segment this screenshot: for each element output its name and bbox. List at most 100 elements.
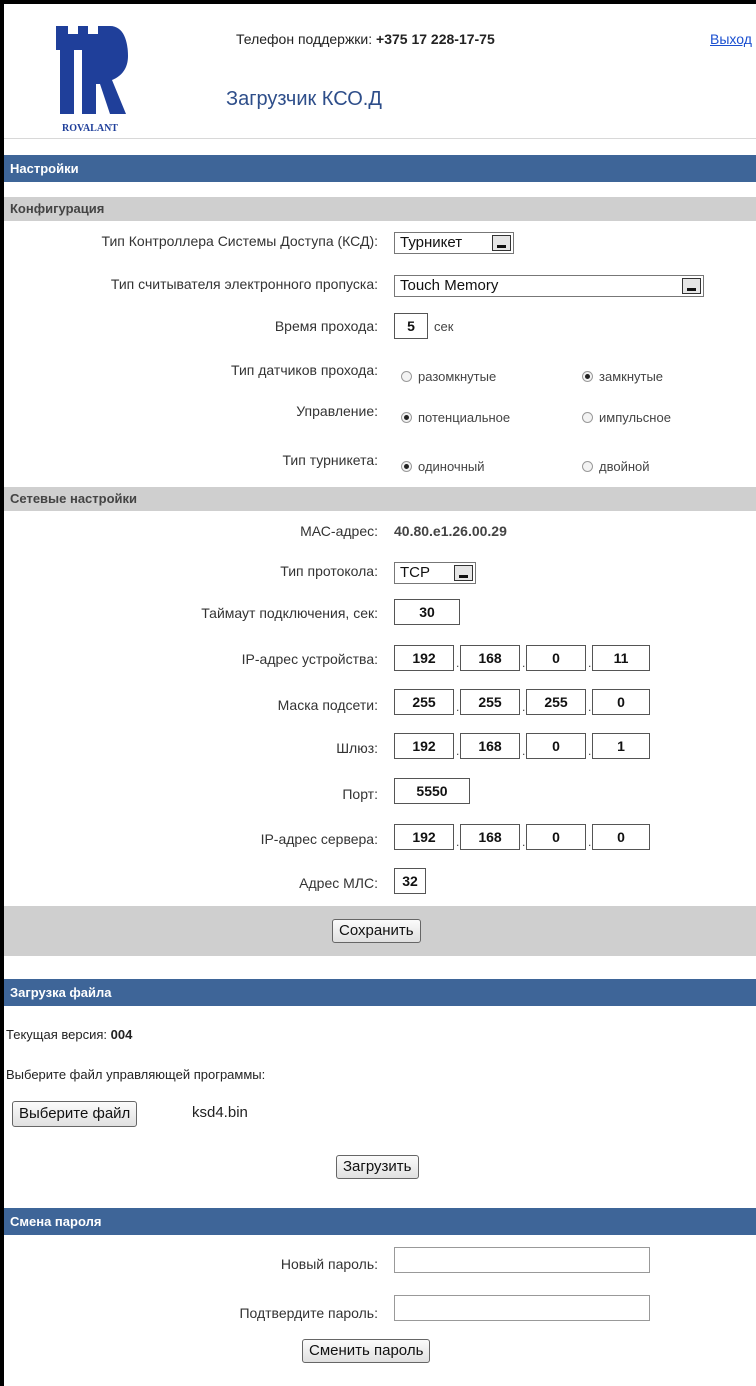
page-title: Загрузчик КСО.Д — [226, 88, 382, 110]
timeout-label: Таймаут подключения, сек: — [201, 605, 378, 621]
pass-time-unit: сек — [434, 319, 454, 334]
current-version-value: 004 — [110, 1027, 133, 1042]
mls-input[interactable]: 32 — [394, 868, 426, 894]
control-label: Управление: — [296, 403, 378, 419]
header: ROVALANT Телефон поддержки: +375 17 228-… — [4, 4, 756, 139]
protocol-label: Тип протокола: — [280, 563, 378, 579]
server-ip-octet-1[interactable]: 192 — [394, 824, 454, 850]
subsection-network-header: Сетевые настройки — [4, 487, 756, 511]
ip-dot: . — [588, 835, 592, 849]
gateway-label: Шлюз: — [336, 740, 378, 756]
port-input[interactable]: 5550 — [394, 778, 470, 804]
radio-selected-icon — [401, 461, 412, 472]
pass-time-label: Время прохода: — [274, 318, 378, 334]
mls-label: Адрес МЛС: — [299, 875, 378, 891]
logo-text: ROVALANT — [62, 123, 118, 134]
dropdown-arrow-icon — [682, 278, 701, 294]
protocol-select[interactable]: TCP — [394, 562, 476, 584]
choose-file-button[interactable]: Выберите файл — [12, 1101, 138, 1127]
radio-sensor-open[interactable]: разомкнутые — [401, 369, 496, 384]
ip-dot: . — [588, 656, 592, 670]
device-ip-octet-3[interactable]: 0 — [526, 645, 586, 671]
confirm-password-input[interactable] — [394, 1295, 650, 1321]
controller-type-select[interactable]: Турникет — [394, 232, 514, 254]
ip-dot: . — [588, 700, 592, 714]
support-number: +375 17 228-17-75 — [376, 31, 495, 47]
ip-dot: . — [456, 700, 460, 714]
confirm-password-label: Подтвердите пароль: — [239, 1305, 378, 1321]
ip-dot: . — [456, 744, 460, 758]
port-label: Порт: — [342, 786, 378, 802]
new-password-input[interactable] — [394, 1247, 650, 1273]
mask-octet-3[interactable]: 255 — [526, 689, 586, 715]
pass-time-input[interactable]: 5 — [394, 313, 428, 339]
gateway-octet-2[interactable]: 168 — [460, 733, 520, 759]
change-password-button[interactable]: Сменить пароль — [302, 1339, 431, 1363]
upload-button[interactable]: Загрузить — [336, 1155, 419, 1179]
ip-dot: . — [522, 744, 526, 758]
device-ip-octet-2[interactable]: 168 — [460, 645, 520, 671]
radio-label: двойной — [599, 459, 650, 474]
current-version-label: Текущая версия: — [6, 1027, 107, 1042]
reader-type-value: Touch Memory — [400, 277, 499, 294]
mac-value: 40.80.e1.26.00.29 — [394, 523, 507, 539]
radio-selected-icon — [401, 412, 412, 423]
section-password-header: Смена пароля — [4, 1208, 756, 1235]
radio-circle-icon — [582, 412, 593, 423]
section-upload-header: Загрузка файла — [4, 979, 756, 1006]
dropdown-arrow-icon — [492, 235, 511, 251]
support-label: Телефон поддержки: — [236, 31, 373, 47]
server-ip-octet-4[interactable]: 0 — [592, 824, 650, 850]
mask-octet-4[interactable]: 0 — [592, 689, 650, 715]
radio-label: одиночный — [418, 459, 485, 474]
radio-label: замкнутые — [599, 369, 664, 384]
radio-sensor-closed[interactable]: замкнутые — [582, 369, 663, 384]
radio-selected-icon — [582, 371, 593, 382]
mac-label: МАС-адрес: — [300, 523, 378, 539]
save-button[interactable]: Сохранить — [332, 919, 421, 943]
radio-label: импульсное — [599, 410, 671, 425]
ip-dot: . — [522, 835, 526, 849]
controller-type-value: Турникет — [400, 234, 463, 251]
gateway-octet-1[interactable]: 192 — [394, 733, 454, 759]
choose-file-prompt: Выберите файл управляющей программы: — [6, 1067, 266, 1082]
controller-type-label: Тип Контроллера Системы Доступа (КСД): — [101, 233, 378, 249]
ip-dot: . — [456, 656, 460, 670]
reader-type-select[interactable]: Touch Memory — [394, 275, 704, 297]
radio-turnstile-single[interactable]: одиночный — [401, 459, 484, 474]
device-ip-octet-4[interactable]: 11 — [592, 645, 650, 671]
server-ip-label: IP-адрес сервера: — [260, 831, 378, 847]
dropdown-arrow-icon — [454, 565, 473, 581]
reader-type-label: Тип считывателя электронного пропуска: — [110, 276, 378, 292]
device-ip-label: IP-адрес устройства: — [241, 651, 378, 667]
gateway-octet-3[interactable]: 0 — [526, 733, 586, 759]
section-settings-header: Настройки — [4, 155, 756, 182]
mask-label: Маска подсети: — [277, 697, 378, 713]
radio-label: потенциальное — [418, 410, 511, 425]
device-ip-octet-1[interactable]: 192 — [394, 645, 454, 671]
new-password-label: Новый пароль: — [280, 1256, 378, 1272]
logout-link[interactable]: Выход — [710, 31, 752, 47]
rovalant-logo: ROVALANT — [56, 26, 128, 134]
ip-dot: . — [588, 744, 592, 758]
timeout-input[interactable]: 30 — [394, 599, 460, 625]
gateway-octet-4[interactable]: 1 — [592, 733, 650, 759]
subsection-config-header: Конфигурация — [4, 197, 756, 221]
ip-dot: . — [522, 656, 526, 670]
current-version: Текущая версия: 004 — [6, 1027, 132, 1042]
mask-octet-1[interactable]: 255 — [394, 689, 454, 715]
radio-control-potential[interactable]: потенциальное — [401, 410, 510, 425]
radio-control-pulse[interactable]: импульсное — [582, 410, 671, 425]
radio-circle-icon — [582, 461, 593, 472]
support-phone: Телефон поддержки: +375 17 228-17-75 — [236, 31, 495, 47]
radio-turnstile-double[interactable]: двойной — [582, 459, 650, 474]
ip-dot: . — [456, 835, 460, 849]
selected-file-name: ksd4.bin — [192, 1104, 248, 1121]
ip-dot: . — [522, 700, 526, 714]
server-ip-octet-3[interactable]: 0 — [526, 824, 586, 850]
radio-circle-icon — [401, 371, 412, 382]
sensor-type-label: Тип датчиков прохода: — [231, 362, 378, 378]
protocol-value: TCP — [400, 564, 430, 581]
mask-octet-2[interactable]: 255 — [460, 689, 520, 715]
server-ip-octet-2[interactable]: 168 — [460, 824, 520, 850]
